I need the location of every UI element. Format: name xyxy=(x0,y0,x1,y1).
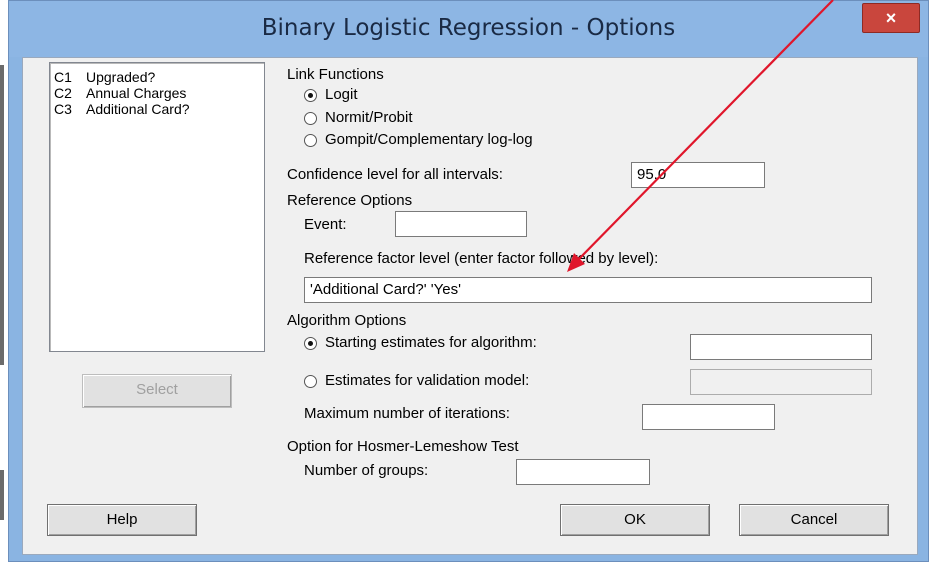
radio-button[interactable] xyxy=(304,89,317,102)
confidence-input[interactable]: 95.0 xyxy=(631,162,765,188)
ok-button[interactable]: OK xyxy=(560,504,710,536)
reference-options-heading: Reference Options xyxy=(287,192,413,209)
radio-button[interactable] xyxy=(304,134,317,147)
variable-name: Upgraded? xyxy=(86,69,156,85)
variable-list[interactable]: C1 Upgraded? C2 Annual Charges C3 Additi… xyxy=(49,62,265,352)
link-functions-heading: Link Functions xyxy=(287,66,384,83)
starting-estimates-input[interactable] xyxy=(690,334,872,360)
options-dialog: Binary Logistic Regression - Options × C… xyxy=(8,0,929,562)
variable-name: Annual Charges xyxy=(86,85,187,101)
background-window-edge xyxy=(0,0,6,562)
radio-button[interactable] xyxy=(304,337,317,350)
reference-factor-label: Reference factor level (enter factor fol… xyxy=(304,250,659,267)
background-scrollbar xyxy=(0,65,4,365)
radio-label: Normit/Probit xyxy=(325,109,413,126)
number-of-groups-input[interactable] xyxy=(516,459,650,485)
number-of-groups-label: Number of groups: xyxy=(304,462,429,479)
radio-starting-estimates[interactable]: Starting estimates for algorithm: xyxy=(304,334,684,354)
event-label: Event: xyxy=(304,216,347,233)
confidence-label: Confidence level for all intervals: xyxy=(287,166,503,183)
event-input[interactable] xyxy=(395,211,527,237)
radio-normit-probit[interactable]: Normit/Probit xyxy=(304,109,604,129)
reference-factor-input[interactable]: 'Additional Card?' 'Yes' xyxy=(304,277,872,303)
select-button[interactable]: Select xyxy=(82,374,232,408)
max-iterations-label: Maximum number of iterations: xyxy=(304,405,510,422)
variable-code: C1 xyxy=(54,69,72,85)
variable-name: Additional Card? xyxy=(86,101,190,117)
radio-logit[interactable]: Logit xyxy=(304,86,604,106)
radio-label: Estimates for validation model: xyxy=(325,372,530,389)
variable-code: C3 xyxy=(54,101,72,117)
radio-button[interactable] xyxy=(304,112,317,125)
title-bar[interactable]: Binary Logistic Regression - Options × xyxy=(9,1,928,57)
radio-validation-estimates[interactable]: Estimates for validation model: xyxy=(304,372,684,392)
validation-estimates-input[interactable] xyxy=(690,369,872,395)
radio-button[interactable] xyxy=(304,375,317,388)
background-scrollbar-lower xyxy=(0,470,4,520)
radio-label: Logit xyxy=(325,86,358,103)
close-button[interactable]: × xyxy=(862,3,920,33)
help-button[interactable]: Help xyxy=(47,504,197,536)
algorithm-options-heading: Algorithm Options xyxy=(287,312,407,329)
variable-code: C2 xyxy=(54,85,72,101)
max-iterations-input[interactable] xyxy=(642,404,775,430)
dialog-body: C1 Upgraded? C2 Annual Charges C3 Additi… xyxy=(22,57,918,555)
radio-label: Starting estimates for algorithm: xyxy=(325,334,537,351)
radio-gompit[interactable]: Gompit/Complementary log-log xyxy=(304,131,634,151)
hosmer-lemeshow-heading: Option for Hosmer-Lemeshow Test xyxy=(287,438,519,455)
radio-label: Gompit/Complementary log-log xyxy=(325,131,533,148)
dialog-title: Binary Logistic Regression - Options xyxy=(261,15,676,41)
cancel-button[interactable]: Cancel xyxy=(739,504,889,536)
